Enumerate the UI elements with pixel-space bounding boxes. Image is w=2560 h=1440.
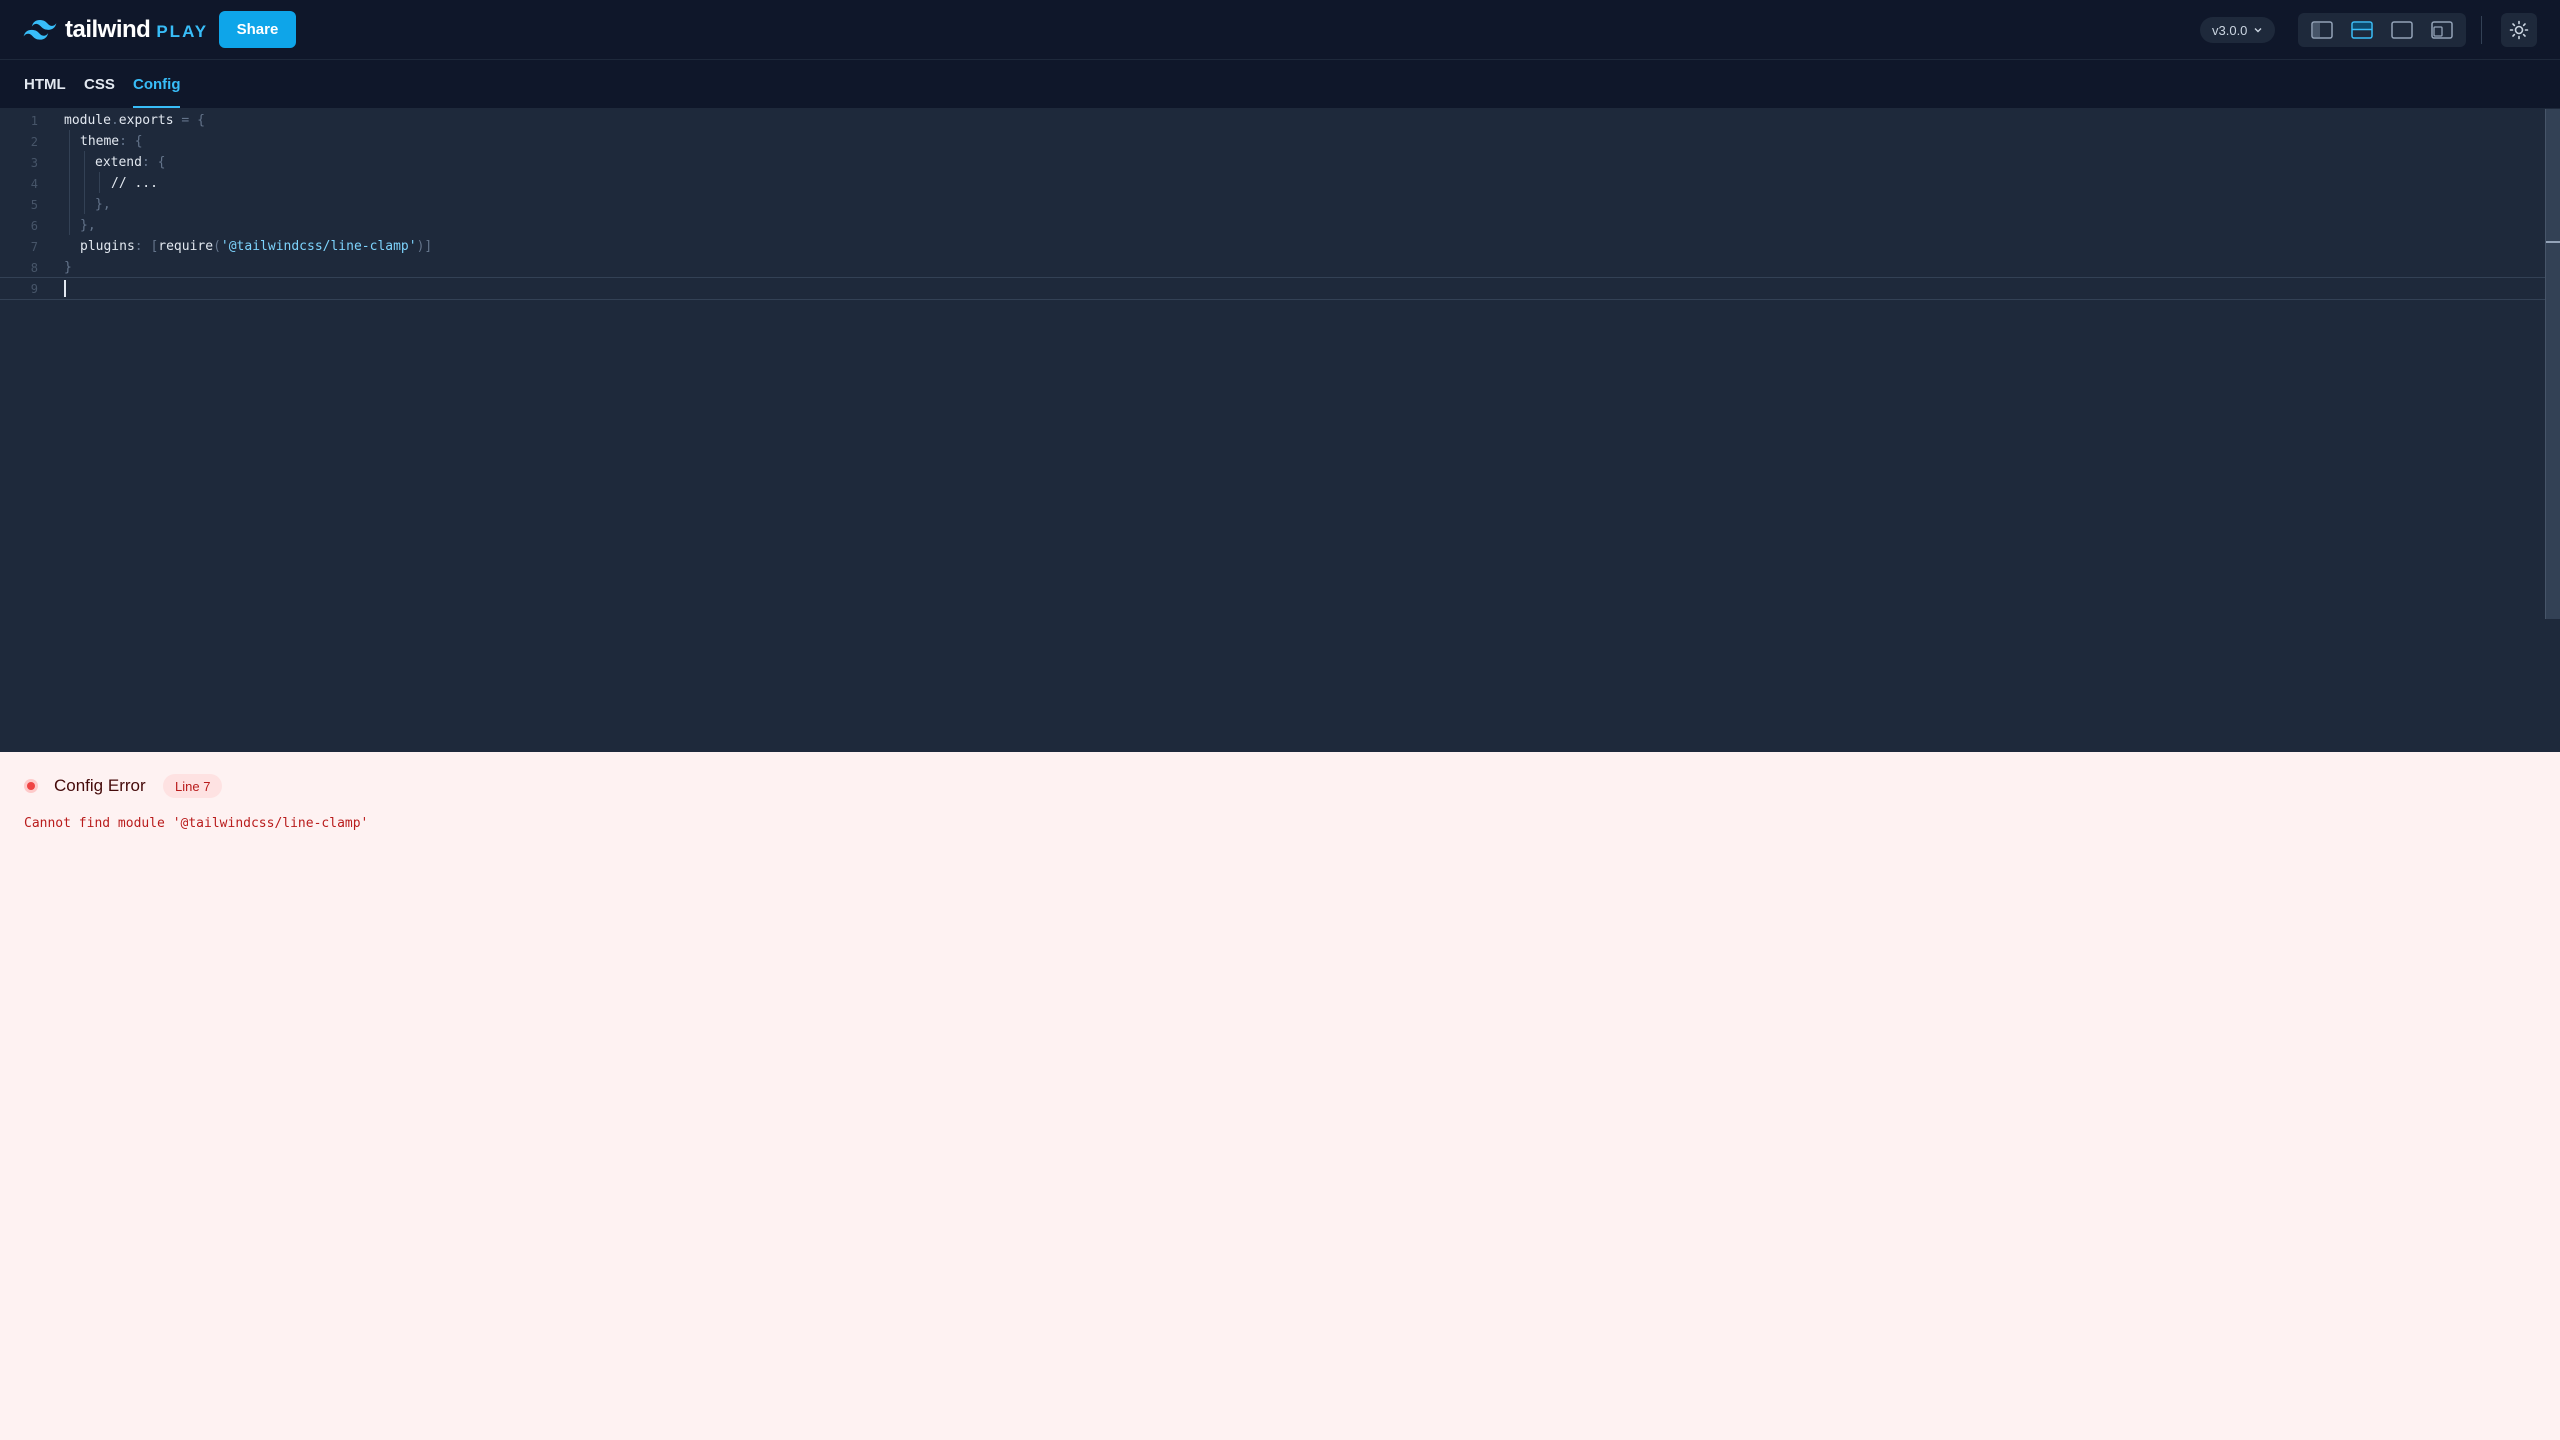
layout-vertical-button[interactable] [2304, 17, 2340, 43]
code-line: 6 }, [0, 215, 2545, 236]
layout-horizontal-button[interactable] [2344, 17, 2380, 43]
code-line: 3 extend: { [0, 152, 2545, 173]
line-number: 6 [30, 218, 38, 233]
error-panel: Config Error Line 7 Cannot find module '… [0, 752, 2560, 1440]
brand-name: tailwind [65, 16, 151, 43]
text-cursor [64, 280, 66, 297]
share-button[interactable]: Share [219, 11, 296, 48]
line-number: 1 [30, 113, 38, 128]
error-status-icon [24, 779, 38, 793]
code-line-active[interactable]: 9 [0, 277, 2545, 300]
editor-tabs: HTML CSS Config [0, 60, 2560, 109]
brand-suffix: PLAY [156, 22, 209, 41]
code-editor[interactable]: 1 module.exports = { 2 theme: { 3 extend… [0, 109, 2560, 752]
layout-vertical-icon [2311, 21, 2333, 39]
code-line: 5 }, [0, 194, 2545, 215]
error-message: Cannot find module '@tailwindcss/line-cl… [24, 816, 369, 831]
line-number: 3 [30, 155, 38, 170]
error-line-badge: Line 7 [163, 774, 223, 798]
layout-horizontal-icon [2351, 21, 2373, 39]
error-title: Config Error [54, 776, 146, 795]
code-line: 2 theme: { [0, 131, 2545, 152]
tab-html[interactable]: HTML [24, 60, 66, 108]
tailwind-logo-icon [23, 20, 57, 40]
code-line: 8 } [0, 257, 2545, 278]
scrollbar-marker [2546, 241, 2560, 243]
layout-responsive-icon [2431, 21, 2453, 39]
version-select[interactable]: v3.0.0 [2200, 17, 2276, 43]
line-number: 9 [30, 281, 38, 296]
logo[interactable]: tailwind PLAY [23, 16, 208, 44]
chevron-down-icon [2254, 28, 2262, 33]
layout-switcher [2298, 13, 2466, 47]
line-number: 8 [30, 260, 38, 275]
editor-scrollbar[interactable] [2545, 109, 2560, 619]
header-divider [2481, 16, 2482, 44]
top-bar: tailwind PLAY Share v3.0.0 [0, 0, 2560, 60]
line-number: 7 [30, 239, 38, 254]
line-number: 4 [30, 176, 38, 191]
line-number: 2 [30, 134, 38, 149]
code-line: 4 // ... [0, 173, 2545, 194]
line-number: 5 [30, 197, 38, 212]
theme-toggle-button[interactable] [2501, 13, 2537, 47]
layout-preview-only-button[interactable] [2384, 17, 2420, 43]
layout-preview-only-icon [2391, 21, 2413, 39]
tab-config[interactable]: Config [133, 60, 181, 108]
code-line: 1 module.exports = { [0, 110, 2545, 131]
sun-icon [2509, 20, 2529, 40]
code-line: 7 plugins: [require('@tailwindcss/line-c… [0, 236, 2545, 257]
version-label: v3.0.0 [2212, 22, 2248, 38]
tab-css[interactable]: CSS [84, 60, 115, 108]
layout-responsive-button[interactable] [2424, 17, 2460, 43]
